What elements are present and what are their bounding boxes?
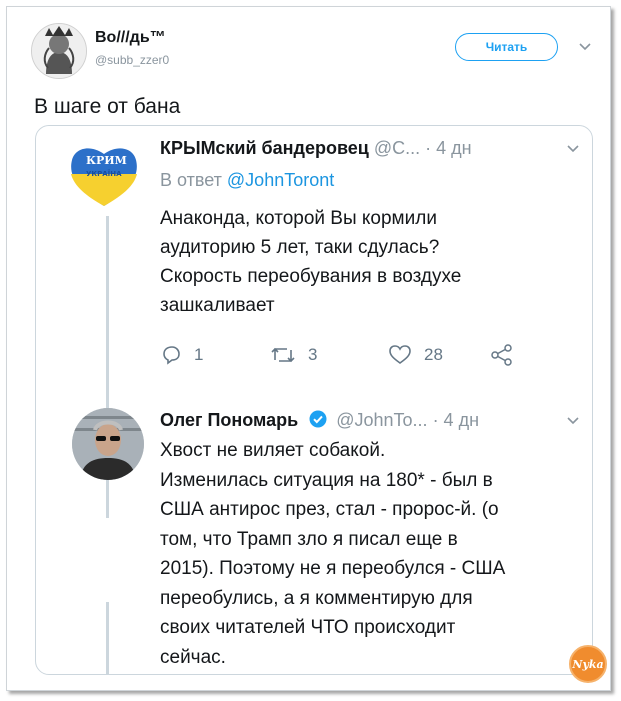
reply-action[interactable]: 1 <box>160 344 203 366</box>
user-handle[interactable]: @JohnTo... <box>336 410 427 430</box>
thread-line <box>106 602 109 674</box>
heart-icon <box>389 345 411 364</box>
tweet-text: В шаге от бана <box>34 95 181 118</box>
like-count: 28 <box>424 345 443 364</box>
share-action[interactable] <box>490 344 526 366</box>
timestamp[interactable]: · 4 дн <box>433 410 479 430</box>
author-avatar[interactable] <box>31 23 87 79</box>
chevron-down-icon[interactable] <box>578 40 592 54</box>
crimea-badge-avatar[interactable]: КРИМ УКРАЇНА <box>64 140 144 208</box>
chevron-down-icon[interactable] <box>566 142 580 156</box>
user-avatar[interactable] <box>72 408 144 480</box>
tweet-body: Хвост не виляет собакой. Изменилась ситу… <box>160 440 506 668</box>
retweet-action[interactable]: 3 <box>270 344 317 366</box>
retweet-count: 3 <box>308 345 318 364</box>
user-name[interactable]: Олег Пономарь <box>160 410 298 430</box>
verified-badge-icon <box>309 410 327 433</box>
quoted-thread[interactable]: КРИМ УКРАЇНА КРЫМский бандеровец @С... ·… <box>35 125 593 675</box>
tweet-header: КРЫМский бандеровец @С... · 4 дн <box>160 138 472 159</box>
reply-count: 1 <box>194 345 204 364</box>
author-name[interactable]: Во///дь™ <box>95 29 166 47</box>
like-action[interactable]: 28 <box>388 344 443 366</box>
reply-prefix: В ответ <box>160 170 222 190</box>
retweet-icon <box>271 347 295 363</box>
tweet-body: Анаконда, которой Вы кормили аудиторию 5… <box>160 208 462 316</box>
user-handle[interactable]: @С... <box>374 138 420 158</box>
reply-icon <box>163 346 180 365</box>
reply-mention-link[interactable]: @JohnToront <box>227 170 334 190</box>
tweet-card: Во///дь™ @subb_zzer0 Читать В шаге от ба… <box>6 6 611 691</box>
author-handle[interactable]: @subb_zzer0 <box>95 53 169 67</box>
badge-text-bottom: УКРАЇНА <box>86 170 122 178</box>
timestamp[interactable]: · 4 дн <box>425 138 471 158</box>
site-watermark-logo: Nyka <box>569 645 607 683</box>
reply-context: В ответ @JohnToront <box>160 170 334 191</box>
share-icon <box>491 344 512 366</box>
tweet-header: Олег Пономарь @JohnTo... · 4 дн <box>160 410 479 433</box>
user-name[interactable]: КРЫМский бандеровец <box>160 138 369 158</box>
chevron-down-icon[interactable] <box>566 414 580 428</box>
badge-text-top: КРИМ <box>86 154 127 167</box>
follow-button[interactable]: Читать <box>455 33 558 61</box>
